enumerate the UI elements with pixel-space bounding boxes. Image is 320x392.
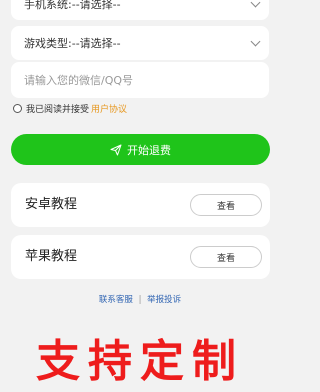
android-view-button[interactable]: 查看 [190,194,262,216]
start-refund-label: 开始退费 [127,143,171,157]
report-link[interactable]: 举报投诉 [147,295,181,305]
user-agreement-link[interactable]: 用户协议 [91,102,127,115]
apple-tutorial-card: 苹果教程 查看 [11,235,270,279]
phone-system-select[interactable]: 手机系统: --请选择-- [11,0,269,20]
footer-separator: | [138,295,142,305]
agreement-radio[interactable] [13,103,22,113]
game-type-label: 游戏类型: [24,37,72,50]
phone-system-label: 手机系统: [24,0,72,11]
contact-input-placeholder: 请输入您的微信/QQ号 [24,74,134,87]
agreement-row: 我已阅读并接受 用户协议 [13,101,127,115]
apple-tutorial-title: 苹果教程 [25,249,78,264]
apple-view-button[interactable]: 查看 [190,246,262,268]
contact-input[interactable]: 请输入您的微信/QQ号 [11,62,269,98]
game-type-value: --请选择-- [71,37,121,50]
agreement-text: 我已阅读并接受 [26,104,90,115]
phone-system-value: --请选择-- [71,0,121,11]
customization-banner: 支持定制 [36,336,244,387]
android-tutorial-title: 安卓教程 [25,197,78,212]
start-refund-button[interactable]: 开始退费 [11,134,270,165]
footer-links: 联系客服 | 举报投诉 [0,293,280,305]
chevron-down-icon [250,36,261,47]
chevron-down-icon [250,0,261,8]
game-type-select[interactable]: 游戏类型: --请选择-- [11,26,269,60]
android-tutorial-card: 安卓教程 查看 [11,183,270,227]
contact-service-link[interactable]: 联系客服 [99,295,133,305]
send-icon [110,144,122,155]
